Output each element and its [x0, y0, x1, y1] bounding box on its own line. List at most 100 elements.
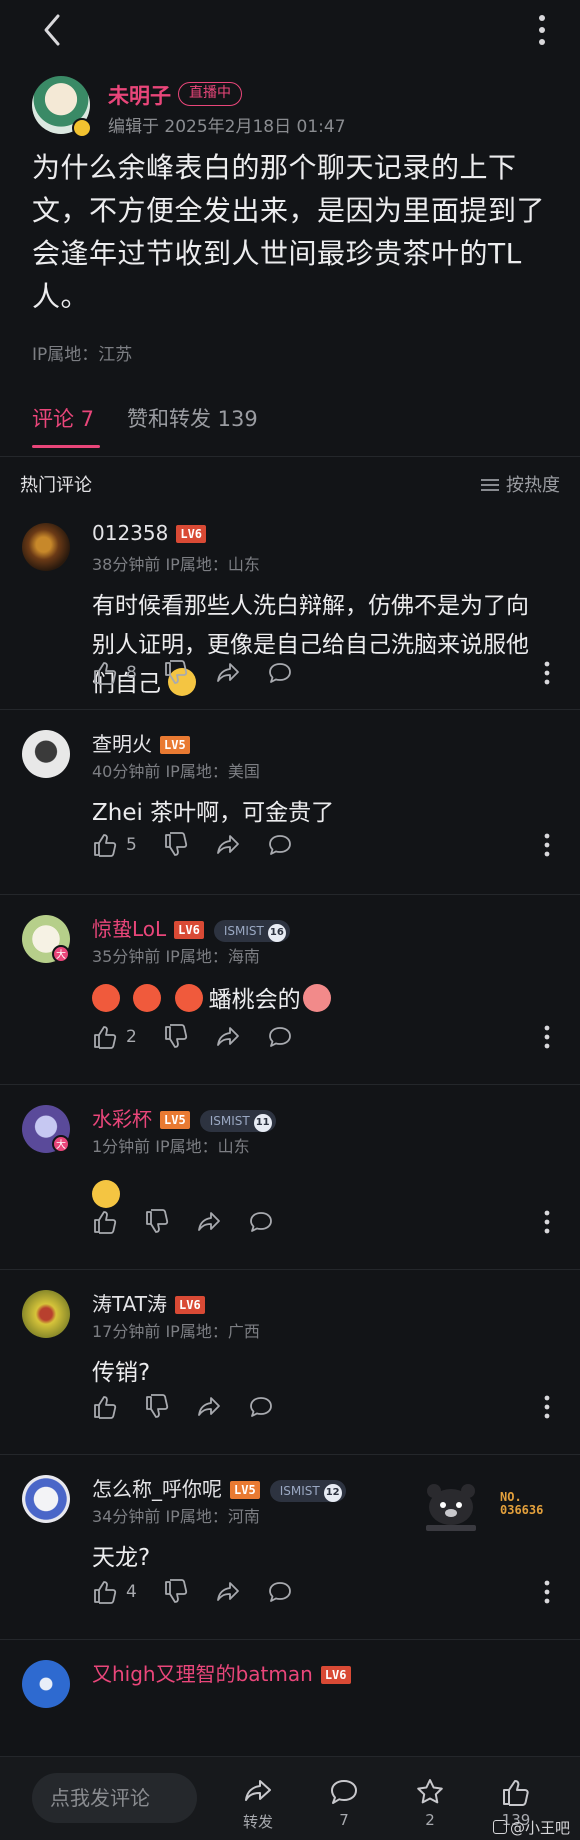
level-badge: LV6 — [320, 1666, 351, 1684]
comment-meta: 17分钟前 IP属地：广西 — [92, 1322, 260, 1341]
back-arrow-icon[interactable] — [38, 12, 68, 48]
commenter-name[interactable]: 又high又理智的batman LV6 — [92, 1658, 351, 1687]
commenter-name[interactable]: 涛TAT涛 LV6 — [92, 1288, 205, 1317]
fan-badge[interactable]: ISMIST 11 — [199, 1110, 276, 1132]
reply-button[interactable] — [267, 1579, 293, 1605]
comment-actions: 2 — [92, 1022, 319, 1052]
comment-bubble-icon — [331, 1780, 357, 1804]
reply-button[interactable] — [267, 660, 293, 686]
dislike-button[interactable] — [163, 660, 189, 686]
commenter-avatar[interactable] — [22, 1475, 70, 1523]
share-button[interactable] — [196, 1394, 222, 1420]
bottom-bar: 点我发评论 转发 7 2 139 @小王吧 — [0, 1756, 580, 1840]
fan-badge[interactable]: ISMIST 16 — [213, 920, 290, 942]
author-name[interactable]: 未明子 — [108, 80, 171, 110]
comment-meta: 35分钟前 IP属地：海南 — [92, 947, 260, 966]
reply-button[interactable] — [248, 1394, 274, 1420]
more-vertical-icon[interactable] — [538, 14, 546, 46]
comment-bubble-icon — [268, 835, 291, 855]
commenter-name[interactable]: 惊蛰LoL LV6 ISMIST 16 — [92, 913, 290, 942]
comment-item: 大 水彩杯 LV5 ISMIST 11 1分钟前 IP属地：山东 — [0, 1085, 580, 1270]
thumbs-up-icon — [94, 1026, 117, 1049]
level-badge: LV6 — [176, 525, 207, 543]
star-icon — [417, 1779, 443, 1804]
comment-bubble-icon — [268, 1027, 291, 1047]
like-button[interactable] — [92, 1394, 118, 1420]
share-button[interactable] — [196, 1209, 222, 1235]
comment-bubble-icon — [268, 1582, 291, 1602]
dislike-button[interactable] — [163, 1024, 189, 1050]
share-icon — [198, 1212, 220, 1231]
share-button[interactable] — [215, 660, 241, 686]
commenter-name[interactable]: 查明火 LV5 — [92, 728, 190, 757]
fan-badge[interactable]: ISMIST 12 — [269, 1480, 346, 1502]
more-vertical-icon[interactable] — [544, 1025, 550, 1049]
share-icon — [198, 1397, 220, 1416]
like-button[interactable]: 2 — [92, 1024, 137, 1050]
more-vertical-icon[interactable] — [544, 1210, 550, 1234]
tab-likes-reposts[interactable]: 赞和转发 139 — [127, 403, 258, 433]
comment-bubble-icon — [268, 663, 291, 683]
like-button[interactable]: 5 — [92, 832, 137, 858]
more-vertical-icon[interactable] — [544, 833, 550, 857]
dislike-button[interactable] — [144, 1209, 170, 1235]
thumbs-down-icon — [164, 1024, 187, 1048]
commenter-name[interactable]: 水彩杯 LV5 ISMIST 11 — [92, 1103, 276, 1132]
dislike-button[interactable] — [144, 1394, 170, 1420]
thumbs-down-icon — [164, 1579, 187, 1603]
laughing-emoji-icon — [174, 984, 203, 1012]
dislike-button[interactable] — [163, 1579, 189, 1605]
reply-button[interactable] — [267, 832, 293, 858]
thumbs-up-icon — [94, 1396, 117, 1419]
dislike-button[interactable] — [163, 832, 189, 858]
hot-comments-header: 热门评论 按热度 — [0, 457, 580, 503]
level-badge: LV5 — [160, 736, 190, 754]
avatar-badge: 大 — [52, 945, 70, 963]
tab-comments[interactable]: 评论 7 — [32, 403, 94, 433]
commenter-name[interactable]: 怎么称_呼你呢 LV5 ISMIST 12 — [92, 1473, 346, 1502]
commenter-avatar[interactable] — [22, 1660, 70, 1708]
peach-emoji-icon — [302, 984, 331, 1012]
comment-actions — [92, 1392, 300, 1422]
comment-meta: 40分钟前 IP属地：美国 — [92, 762, 260, 781]
live-badge[interactable]: 直播中 — [178, 82, 242, 106]
like-button[interactable] — [92, 1209, 118, 1235]
comment-button[interactable]: 7 — [314, 1777, 374, 1829]
comment-item: 涛TAT涛 LV6 17分钟前 IP属地：广西 传销? — [0, 1270, 580, 1455]
comment-input[interactable]: 点我发评论 — [32, 1773, 197, 1823]
comment-text: 天龙? — [92, 1545, 151, 1571]
share-button[interactable] — [215, 832, 241, 858]
favorite-button[interactable]: 2 — [400, 1777, 460, 1829]
reply-button[interactable] — [248, 1209, 274, 1235]
more-vertical-icon[interactable] — [544, 1580, 550, 1604]
bear-sticker-icon — [426, 1484, 476, 1531]
share-icon — [216, 663, 239, 682]
more-vertical-icon[interactable] — [544, 1395, 550, 1419]
share-button[interactable] — [215, 1024, 241, 1050]
commenter-avatar[interactable] — [22, 730, 70, 778]
comment-bubble-icon — [250, 1397, 272, 1417]
commenter-avatar[interactable] — [22, 523, 70, 571]
comment-item: 大 惊蛰LoL LV6 ISMIST 16 35分钟前 IP属地：海南 蟠桃会的 2 — [0, 895, 580, 1085]
like-button[interactable]: 4 — [92, 1579, 137, 1605]
thumbs-up-icon — [94, 1211, 117, 1234]
level-badge: LV6 — [175, 1296, 205, 1314]
comment-actions — [92, 1207, 300, 1237]
commenter-avatar[interactable] — [22, 1290, 70, 1338]
share-button[interactable] — [215, 1579, 241, 1605]
sort-button[interactable]: 按热度 — [480, 471, 560, 497]
active-tab-indicator — [32, 445, 100, 448]
hot-comments-title: 热门评论 — [20, 475, 92, 496]
commenter-name[interactable]: 012358 LV6 — [92, 521, 207, 545]
like-button[interactable]: 8 — [92, 660, 137, 686]
comment-text: 传销? — [92, 1360, 151, 1386]
tabs: 评论 7 赞和转发 139 — [0, 365, 580, 457]
reply-button[interactable] — [267, 1024, 293, 1050]
thumbs-down-icon — [146, 1394, 169, 1418]
more-vertical-icon[interactable] — [544, 661, 550, 685]
comment-actions: 8 — [92, 658, 319, 688]
repost-button[interactable]: 转发 — [228, 1777, 288, 1832]
sticker-number: NO. 036636 — [500, 1490, 544, 1517]
avatar-badge: 大 — [52, 1135, 70, 1153]
thumbs-up-icon — [94, 834, 117, 857]
